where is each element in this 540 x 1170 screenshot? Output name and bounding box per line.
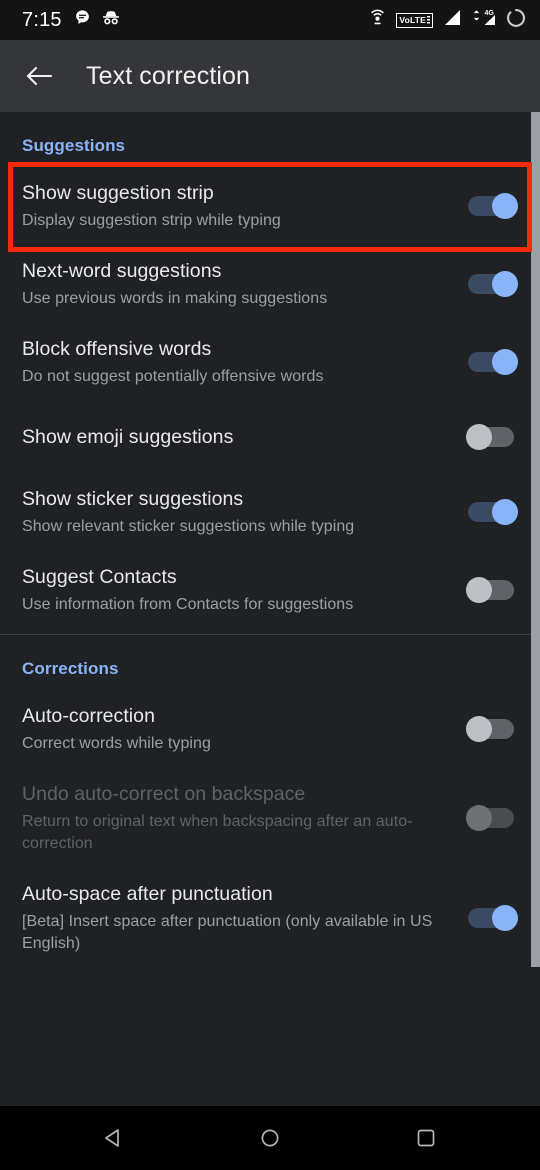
toggle-thumb — [492, 349, 518, 375]
phone-screen: 7:15 VoLTE 4G Text correction Suggestion… — [0, 0, 540, 1170]
setting-row[interactable]: Block offensive words Do not suggest pote… — [0, 324, 540, 402]
volte-icon: VoLTE — [396, 12, 433, 28]
incognito-icon — [101, 9, 121, 31]
section-header-suggestions: Suggestions — [22, 136, 126, 155]
toggle-switch — [466, 802, 518, 834]
setting-title: Block offensive words — [22, 338, 212, 360]
setting-row[interactable]: Show sticker suggestions Show relevant st… — [0, 474, 540, 552]
setting-title: Show emoji suggestions — [22, 426, 234, 448]
toggle-thumb — [466, 716, 492, 742]
setting-texts: Suggest Contacts Use information from Con… — [22, 564, 466, 616]
setting-title: Undo auto-correct on backspace — [22, 783, 306, 805]
svg-text:4G: 4G — [485, 10, 495, 17]
section-header-corrections: Corrections — [22, 659, 119, 678]
setting-texts: Undo auto-correct on backspace Return to … — [22, 781, 466, 855]
setting-subtitle: Do not suggest potentially offensive wor… — [22, 368, 324, 385]
toggle-thumb — [466, 805, 492, 831]
setting-texts: Next-word suggestions Use previous words … — [22, 258, 466, 310]
loading-spinner-icon — [506, 8, 526, 33]
settings-list: Suggestions Show suggestion strip Display … — [0, 112, 540, 1106]
back-arrow-icon[interactable] — [22, 59, 56, 93]
setting-subtitle: Return to original text when backspacing… — [22, 813, 413, 852]
nav-back-icon[interactable] — [90, 1114, 138, 1162]
status-left-icons — [74, 9, 121, 31]
setting-texts: Block offensive words Do not suggest pote… — [22, 336, 466, 388]
setting-texts: Show sticker suggestions Show relevant st… — [22, 486, 466, 538]
setting-subtitle: Use information from Contacts for sugges… — [22, 596, 354, 613]
setting-row: Undo auto-correct on backspace Return to … — [0, 769, 540, 869]
nav-recents-icon[interactable] — [402, 1114, 450, 1162]
toggle-thumb — [492, 193, 518, 219]
nav-home-icon[interactable] — [246, 1114, 294, 1162]
setting-subtitle: [Beta] Insert space after punctuation (o… — [22, 913, 433, 952]
setting-title: Auto-space after punctuation — [22, 883, 273, 905]
setting-texts: Auto-space after punctuation [Beta] Inser… — [22, 881, 466, 955]
toggle-thumb — [466, 424, 492, 450]
toggle-switch[interactable] — [466, 713, 518, 745]
setting-title: Show suggestion strip — [22, 182, 214, 204]
setting-row[interactable]: Auto-correction Correct words while typin… — [0, 691, 540, 769]
signal-4g-icon: 4G — [471, 9, 497, 31]
toggle-switch[interactable] — [466, 268, 518, 300]
toggle-switch[interactable] — [466, 190, 518, 222]
signal-icon — [442, 9, 462, 31]
setting-subtitle: Correct words while typing — [22, 735, 211, 752]
app-bar: Text correction — [0, 40, 540, 112]
setting-subtitle: Use previous words in making suggestions — [22, 290, 328, 307]
setting-texts: Show suggestion strip Display suggestion … — [22, 180, 466, 232]
toggle-switch[interactable] — [466, 496, 518, 528]
setting-row[interactable]: Auto-space after punctuation [Beta] Inser… — [0, 869, 540, 969]
toggle-thumb — [492, 499, 518, 525]
setting-texts: Show emoji suggestions — [22, 424, 466, 450]
scrollbar[interactable] — [531, 112, 540, 1106]
setting-title: Next-word suggestions — [22, 260, 222, 282]
setting-title: Show sticker suggestions — [22, 488, 244, 510]
setting-row[interactable]: Suggest Contacts Use information from Con… — [0, 552, 540, 630]
toggle-switch[interactable] — [466, 902, 518, 934]
toggle-thumb — [492, 271, 518, 297]
toggle-switch[interactable] — [466, 421, 518, 453]
status-bar: 7:15 VoLTE 4G — [0, 0, 540, 40]
setting-subtitle: Show relevant sticker suggestions while … — [22, 518, 355, 535]
setting-row[interactable]: Show suggestion strip Display suggestion … — [0, 162, 540, 252]
status-right-icons: VoLTE 4G — [368, 8, 526, 33]
setting-title: Suggest Contacts — [22, 566, 177, 588]
toggle-switch[interactable] — [466, 574, 518, 606]
page-title: Text correction — [86, 61, 251, 90]
volte-label: VoLTE — [399, 15, 426, 25]
setting-subtitle: Display suggestion strip while typing — [22, 212, 281, 229]
toggle-thumb — [492, 905, 518, 931]
message-bubble-icon — [74, 9, 91, 31]
setting-title: Auto-correction — [22, 705, 155, 727]
status-time: 7:15 — [22, 8, 62, 31]
system-navigation-bar — [0, 1106, 540, 1170]
setting-row[interactable]: Next-word suggestions Use previous words … — [0, 246, 540, 324]
hotspot-icon — [368, 8, 387, 32]
toggle-thumb — [466, 577, 492, 603]
setting-texts: Auto-correction Correct words while typin… — [22, 703, 466, 755]
setting-row[interactable]: Show emoji suggestions — [0, 402, 540, 474]
toggle-switch[interactable] — [466, 346, 518, 378]
scrollbar-thumb[interactable] — [531, 112, 540, 967]
